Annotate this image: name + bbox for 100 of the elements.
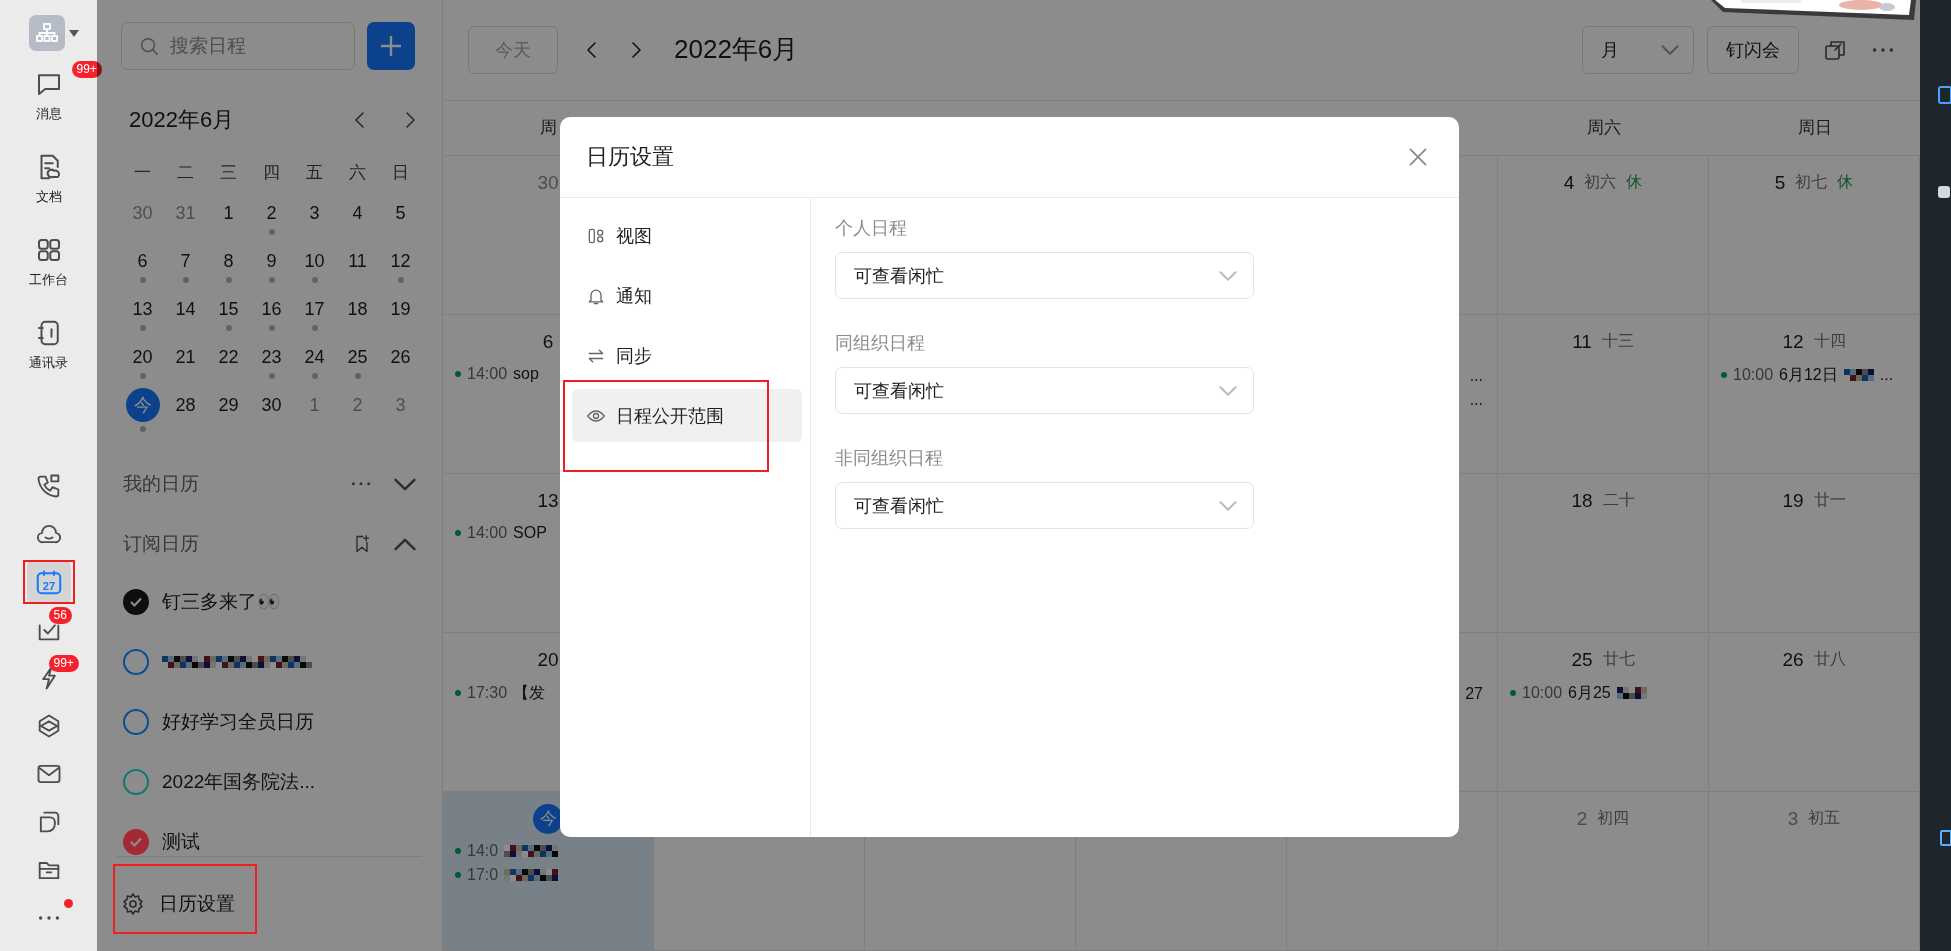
- event-time[interactable]: 10:00: [1522, 684, 1563, 703]
- date-cell[interactable]: 2: [266, 201, 277, 225]
- calendar-checkbox[interactable]: [123, 769, 149, 795]
- day-number: 20: [537, 648, 559, 671]
- calendar-checkbox[interactable]: [123, 829, 149, 855]
- event-time[interactable]: 14:0: [467, 841, 499, 860]
- event-dot: [455, 847, 461, 854]
- date-cell[interactable]: 30: [261, 393, 282, 417]
- weekday-label: 二: [176, 161, 195, 184]
- toolbar-item[interactable]: 56: [18, 609, 79, 651]
- date-cell[interactable]: 11: [348, 249, 367, 273]
- date-cell[interactable]: 18: [347, 297, 368, 321]
- count-badge: 99+: [48, 655, 79, 672]
- event-title: ...: [1469, 390, 1483, 409]
- date-cell[interactable]: 6: [137, 249, 148, 273]
- day-cell[interactable]: 2 初四: [1498, 791, 1709, 951]
- weekday-header: 周六: [1586, 117, 1621, 140]
- visibility-select[interactable]: 可查看闲忙: [835, 482, 1254, 529]
- event-dot: [455, 690, 461, 697]
- day-cell[interactable]: 11 十三: [1498, 314, 1709, 474]
- holiday-mark: 休: [1837, 172, 1854, 193]
- expand-toggle[interactable]: [394, 537, 416, 551]
- day-cell[interactable]: 25 廿七 10:00 6月25: [1498, 632, 1709, 792]
- calendar-checkbox[interactable]: [123, 649, 149, 675]
- date-cell[interactable]: 20: [132, 345, 153, 369]
- today-badge: 今: [533, 803, 563, 834]
- settings-tab[interactable]: 日程公开范围: [572, 389, 802, 442]
- day-cell[interactable]: 4 初六 休: [1498, 155, 1709, 315]
- event-time[interactable]: 14:00: [467, 364, 508, 383]
- day-cell[interactable]: 18 二十: [1498, 473, 1709, 633]
- event-title: ...: [1879, 366, 1894, 385]
- more-button[interactable]: [1871, 46, 1895, 53]
- nav-item[interactable]: 通讯录: [29, 308, 68, 391]
- event-title[interactable]: SOP: [513, 523, 547, 542]
- event-time[interactable]: 10:00: [1733, 366, 1774, 385]
- calendar-checkbox[interactable]: [123, 709, 149, 735]
- date-cell[interactable]: 9: [266, 249, 277, 273]
- date-cell[interactable]: 3: [309, 201, 320, 225]
- event-time[interactable]: 17:0: [467, 865, 499, 884]
- date-cell[interactable]: 29: [218, 393, 239, 417]
- event-time[interactable]: 17:30: [467, 684, 508, 703]
- date-cell[interactable]: 今: [125, 388, 160, 422]
- nav-item[interactable]: 消息: [33, 59, 64, 142]
- visibility-select[interactable]: 可查看闲忙: [835, 367, 1254, 414]
- calendar-name[interactable]: 2022年国务院法...: [162, 769, 316, 795]
- date-cell[interactable]: 24: [304, 345, 325, 369]
- count-badge: 56: [48, 607, 72, 624]
- date-cell[interactable]: 16: [261, 297, 282, 321]
- visibility-select[interactable]: 可查看闲忙: [835, 252, 1254, 299]
- date-cell[interactable]: 7: [180, 249, 191, 273]
- chevron-down-icon: [1661, 44, 1679, 55]
- chevron-down-icon: [1219, 385, 1237, 396]
- event-title[interactable]: 6月12日: [1779, 364, 1838, 386]
- date-cell[interactable]: 21: [175, 345, 196, 369]
- date-cell[interactable]: 23: [261, 345, 282, 369]
- weekday-label: 五: [305, 161, 324, 184]
- calendar-name[interactable]: 好好学习全员日历: [162, 709, 314, 735]
- date-cell[interactable]: 19: [390, 297, 411, 321]
- lunar-date: 二十: [1602, 490, 1635, 511]
- event-dot: [455, 370, 461, 377]
- nav-item[interactable]: 文档: [33, 142, 64, 225]
- toolbar-item[interactable]: 99+: [18, 657, 79, 699]
- date-cell[interactable]: 10: [304, 249, 325, 273]
- settings-link[interactable]: 日历设置: [117, 883, 239, 925]
- date-cell[interactable]: 26: [390, 345, 411, 369]
- date-cell[interactable]: 28: [175, 393, 196, 417]
- date-cell[interactable]: 12: [390, 249, 411, 273]
- date-cell[interactable]: 8: [223, 249, 234, 273]
- event-time[interactable]: 14:00: [467, 523, 508, 542]
- field-label: 同组织日程: [835, 332, 926, 355]
- day-number: 5: [1774, 171, 1786, 194]
- weekday-label: 日: [391, 161, 410, 184]
- calendar-name[interactable]: 钉三多来了👀: [162, 589, 281, 615]
- date-cell[interactable]: 17: [304, 297, 325, 321]
- lunar-date: 廿七: [1602, 649, 1635, 670]
- event-title[interactable]: 【发: [513, 682, 546, 704]
- nav-item[interactable]: 工作台: [29, 225, 68, 308]
- date-cell[interactable]: 13: [132, 297, 153, 321]
- event-title[interactable]: sop: [513, 364, 539, 383]
- settings-icon: [121, 892, 145, 916]
- date-cell[interactable]: 4: [352, 201, 363, 225]
- meeting-button[interactable]: 钉闪会: [1707, 25, 1799, 74]
- date-cell[interactable]: 14: [175, 297, 196, 321]
- date-cell[interactable]: 25: [347, 345, 368, 369]
- weekday-label: 四: [262, 161, 281, 184]
- calendar-name[interactable]: 测试: [162, 829, 200, 855]
- date-cell[interactable]: 5: [395, 201, 406, 225]
- view-select[interactable]: 月: [1582, 25, 1694, 74]
- caret-icon[interactable]: [68, 29, 79, 37]
- weekday-header: 周: [540, 117, 557, 140]
- calendar-checkbox[interactable]: [123, 589, 149, 615]
- event-dot: [455, 871, 461, 878]
- partial-icon: [1940, 830, 1951, 846]
- date-cell[interactable]: 1: [223, 201, 234, 225]
- date-cell[interactable]: 22: [218, 345, 239, 369]
- date-cell[interactable]: 15: [218, 297, 239, 321]
- expand-toggle[interactable]: [394, 477, 416, 491]
- day-number: 26: [1782, 648, 1804, 671]
- add-button[interactable]: [367, 22, 415, 70]
- event-title[interactable]: 6月25: [1568, 682, 1611, 704]
